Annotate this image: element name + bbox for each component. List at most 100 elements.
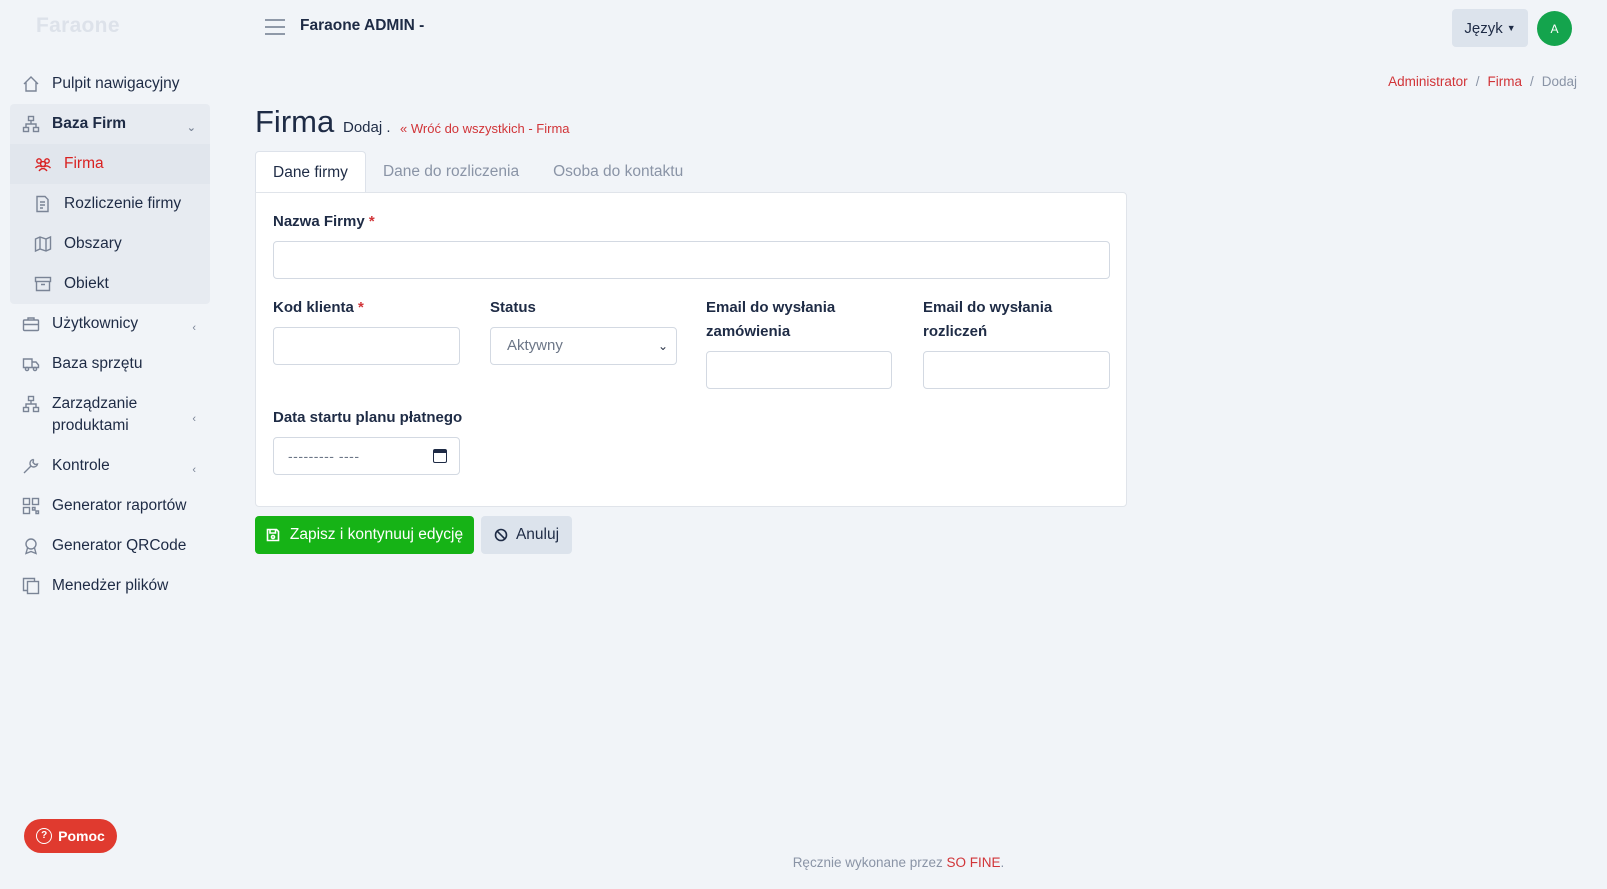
home-icon xyxy=(22,75,40,93)
archive-icon xyxy=(34,275,52,293)
save-continue-button[interactable]: Zapisz i kontynuuj edycję xyxy=(255,516,474,554)
company-name-label: Nazwa Firmy * xyxy=(273,210,375,234)
caret-down-icon: ▼ xyxy=(1506,23,1516,33)
sidebar-item-areas[interactable]: Obszary xyxy=(22,224,210,264)
sidebar-item-companies[interactable]: Baza Firm ⌄ xyxy=(10,104,210,144)
billing-email-label: Email do wysłania rozliczeń xyxy=(923,299,1053,340)
breadcrumb-administrator[interactable]: Administrator xyxy=(1388,74,1468,89)
status-select[interactable]: Aktywny ⌄ xyxy=(490,327,677,365)
order-email-input[interactable] xyxy=(706,351,892,389)
invoice-icon xyxy=(34,195,52,213)
brand-logo[interactable]: Faraone xyxy=(36,14,120,38)
chevron-left-icon: ‹ xyxy=(192,413,196,425)
sidebar-submenu: Firma Rozliczenie firmy Obszary Obiekt xyxy=(10,144,210,304)
page-subtitle: Dodaj . xyxy=(343,119,391,136)
sitemap-icon xyxy=(22,115,40,133)
sidebar-item-label: Firma xyxy=(64,155,104,172)
sidebar-item-products[interactable]: Zarządzanie produktami ‹ xyxy=(10,384,210,446)
sidebar-item-company[interactable]: Firma xyxy=(10,144,210,184)
client-code-label: Kod klienta * xyxy=(273,296,364,320)
wrench-icon xyxy=(22,457,40,475)
save-icon xyxy=(266,528,280,542)
copy-icon xyxy=(22,577,40,595)
sitemap-icon xyxy=(22,395,40,413)
truck-icon xyxy=(22,355,40,373)
question-icon: ? xyxy=(36,828,53,844)
sidebar-item-label: Generator QRCode xyxy=(52,537,187,554)
footer-text: Ręcznie wykonane przez xyxy=(792,855,943,870)
sidebar-item-dashboard[interactable]: Pulpit nawigacyjny xyxy=(10,64,210,104)
sidebar-item-label: Baza sprzętu xyxy=(52,355,143,372)
sidebar-item-object[interactable]: Obiekt xyxy=(22,264,210,304)
footer: Ręcznie wykonane przez SO FINE. xyxy=(0,855,1607,870)
sidebar-item-label: Obiekt xyxy=(64,275,109,292)
sidebar-item-label: Rozliczenie firmy xyxy=(64,195,182,212)
plan-start-label: Data startu planu płatnego xyxy=(273,409,463,426)
briefcase-icon xyxy=(22,315,40,333)
page-title: Firma xyxy=(255,104,335,139)
back-link-label: Wróć do wszystkich - Firma xyxy=(410,121,570,136)
award-icon xyxy=(22,537,40,555)
cancel-label: Anuluj xyxy=(515,526,560,543)
tab-billing-data[interactable]: Dane do rozliczenia xyxy=(366,151,536,193)
sidebar-item-equipment[interactable]: Baza sprzętu xyxy=(10,344,210,384)
date-placeholder: --------- ---- xyxy=(288,448,360,464)
sidebar-item-label: Generator raportów xyxy=(52,497,187,514)
client-code-input[interactable] xyxy=(273,327,460,365)
required-mark: * xyxy=(358,299,364,316)
sidebar-item-controls[interactable]: Kontrole ‹ xyxy=(10,446,210,486)
company-name-input[interactable] xyxy=(273,241,1110,279)
sidebar-item-qrcode-generator[interactable]: Generator QRCode xyxy=(10,526,210,566)
order-email-label: Email do wysłania zamówienia xyxy=(706,299,836,340)
ban-icon xyxy=(494,528,508,542)
sidebar-item-label: Pulpit nawigacyjny xyxy=(52,75,180,92)
cancel-button[interactable]: Anuluj xyxy=(481,516,572,554)
sidebar-item-label: Menedżer plików xyxy=(52,577,169,594)
users-icon xyxy=(34,155,52,173)
sidebar-item-label: Baza Firm xyxy=(52,115,127,132)
help-button[interactable]: ? Pomoc xyxy=(24,819,117,853)
sidebar-item-label: Obszary xyxy=(64,235,122,252)
sidebar-item-file-manager[interactable]: Menedżer plików xyxy=(10,566,210,606)
breadcrumb-company[interactable]: Firma xyxy=(1487,74,1522,89)
form-tabs: Dane firmy Dane do rozliczenia Osoba do … xyxy=(255,151,700,193)
tab-contact-person[interactable]: Osoba do kontaktu xyxy=(536,151,700,193)
required-mark: * xyxy=(368,213,375,230)
sidebar: Faraone Pulpit nawigacyjny Baza Firm ⌄ F… xyxy=(0,0,220,889)
sidebar-item-company-billing[interactable]: Rozliczenie firmy xyxy=(22,184,210,224)
status-select-value: Aktywny xyxy=(507,337,563,354)
sidebar-item-label: Użytkownicy xyxy=(52,315,139,332)
chevron-down-icon: ⌄ xyxy=(657,339,668,353)
sidebar-item-label: Kontrole xyxy=(52,457,110,474)
sidebar-item-report-generator[interactable]: Generator raportów xyxy=(10,486,210,526)
language-label: Język xyxy=(1464,19,1503,37)
chevron-left-icon: ‹ xyxy=(192,322,196,334)
chevron-left-icon: ‹ xyxy=(192,464,196,476)
app-title: Faraone ADMIN - xyxy=(300,17,425,34)
sidebar-item-users[interactable]: Użytkownicy ‹ xyxy=(10,304,210,344)
billing-email-input[interactable] xyxy=(923,351,1110,389)
back-link[interactable]: « Wróć do wszystkich - Firma xyxy=(400,121,570,136)
menu-toggle-icon[interactable] xyxy=(265,19,285,35)
map-icon xyxy=(34,235,52,253)
breadcrumb-separator: / xyxy=(1475,74,1480,89)
double-chevron-left-icon: « xyxy=(400,121,408,136)
breadcrumb-current: Dodaj xyxy=(1541,74,1577,89)
help-label: Pomoc xyxy=(58,828,105,844)
sidebar-item-label: Zarządzanie produktami xyxy=(52,395,138,434)
language-dropdown-button[interactable]: Język ▼ xyxy=(1452,9,1528,47)
plan-start-date-input[interactable]: --------- ---- xyxy=(273,437,460,475)
sidebar-group-companies: Baza Firm ⌄ Firma Rozliczenie firmy Obsz… xyxy=(10,104,210,304)
save-label: Zapisz i kontynuuj edycję xyxy=(289,526,464,543)
client-code-label-text: Kod klienta xyxy=(273,299,354,316)
breadcrumb: Administrator / Firma / Dodaj xyxy=(1388,74,1577,89)
calendar-icon[interactable] xyxy=(433,449,447,463)
sidebar-nav: Pulpit nawigacyjny Baza Firm ⌄ Firma Roz… xyxy=(10,64,210,606)
tab-company-data[interactable]: Dane firmy xyxy=(255,151,366,193)
qrcode-icon xyxy=(22,497,40,515)
footer-link[interactable]: SO FINE xyxy=(947,855,1001,870)
avatar[interactable]: A xyxy=(1537,11,1572,46)
company-name-label-text: Nazwa Firmy xyxy=(273,213,365,230)
form-card: Nazwa Firmy * Kod klienta * Status Aktyw… xyxy=(255,192,1127,507)
footer-suffix: . xyxy=(1000,855,1005,870)
